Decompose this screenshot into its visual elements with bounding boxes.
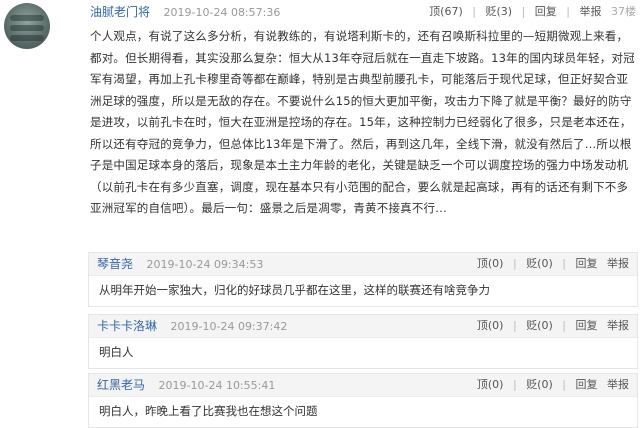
post-actions: 顶(67) | 贬(3) | 回复 | 举报 37楼	[423, 3, 636, 21]
reply-item: 卡卡卡洛琳 2019-10-24 09:37:42 顶(0) | 贬(0) | …	[88, 314, 638, 369]
reply-username[interactable]: 琴音尧	[97, 257, 133, 271]
reply-button[interactable]: 回复	[576, 378, 598, 391]
upvote-button[interactable]: 顶(0)	[477, 319, 504, 332]
divider: |	[521, 5, 526, 18]
reply-time: 2019-10-24 09:34:53	[146, 258, 264, 271]
divider: |	[566, 5, 570, 18]
reply-actions: 顶(0) | 贬(0) | 回复 举报	[471, 315, 629, 337]
reply-button[interactable]: 回复	[576, 319, 598, 332]
downvote-button[interactable]: 贬(0)	[526, 378, 553, 391]
post-header: 油腻老门将 2019-10-24 08:57:36 顶(67) | 贬(3) |…	[90, 3, 636, 21]
post-body: 个人观点，有说了这么多分析，有说教练的，有说塔利斯卡的，还有召唤斯科拉里的—短期…	[90, 29, 635, 215]
reply-header: 卡卡卡洛琳 2019-10-24 09:37:42 顶(0) | 贬(0) | …	[89, 315, 637, 338]
floor-number: 37楼	[611, 5, 636, 18]
reply-button[interactable]: 回复	[535, 5, 557, 18]
report-button[interactable]: 举报	[607, 319, 629, 332]
divider: |	[472, 5, 476, 18]
divider: |	[512, 257, 517, 270]
reply-button[interactable]: 回复	[576, 257, 598, 270]
divider: |	[562, 319, 566, 332]
reply-item: 红黑老马 2019-10-24 10:55:41 顶(0) | 贬(0) | 回…	[88, 373, 638, 428]
downvote-button[interactable]: 贬(0)	[526, 319, 553, 332]
reply-item: 琴音尧 2019-10-24 09:34:53 顶(0) | 贬(0) | 回复…	[88, 252, 638, 307]
upvote-button[interactable]: 顶(0)	[477, 257, 504, 270]
reply-time: 2019-10-24 09:37:42	[170, 320, 288, 333]
avatar[interactable]	[4, 3, 50, 49]
upvote-button[interactable]: 顶(67)	[429, 5, 463, 18]
divider: |	[512, 378, 517, 391]
divider: |	[562, 378, 566, 391]
report-button[interactable]: 举报	[607, 257, 629, 270]
upvote-button[interactable]: 顶(0)	[477, 378, 504, 391]
post-username[interactable]: 油腻老门将	[90, 5, 150, 19]
reply-time: 2019-10-24 10:55:41	[158, 379, 276, 392]
reply-actions: 顶(0) | 贬(0) | 回复 举报	[471, 374, 629, 396]
divider: |	[562, 257, 566, 270]
report-button[interactable]: 举报	[607, 378, 629, 391]
divider: |	[512, 319, 517, 332]
reply-text: 从明年开始一家独大，归化的好球员几乎都在这里，这样的联赛还有啥竞争力	[99, 283, 490, 297]
reply-actions: 顶(0) | 贬(0) | 回复 举报	[471, 253, 629, 275]
reply-header: 琴音尧 2019-10-24 09:34:53 顶(0) | 贬(0) | 回复…	[89, 253, 637, 276]
downvote-button[interactable]: 贬(3)	[485, 5, 512, 18]
report-button[interactable]: 举报	[580, 5, 602, 18]
reply-username[interactable]: 卡卡卡洛琳	[97, 319, 157, 333]
reply-text: 明白人	[99, 345, 134, 359]
reply-header: 红黑老马 2019-10-24 10:55:41 顶(0) | 贬(0) | 回…	[89, 374, 637, 397]
reply-username[interactable]: 红黑老马	[97, 378, 145, 392]
post-time: 2019-10-24 08:57:36	[163, 6, 281, 19]
downvote-button[interactable]: 贬(0)	[526, 257, 553, 270]
